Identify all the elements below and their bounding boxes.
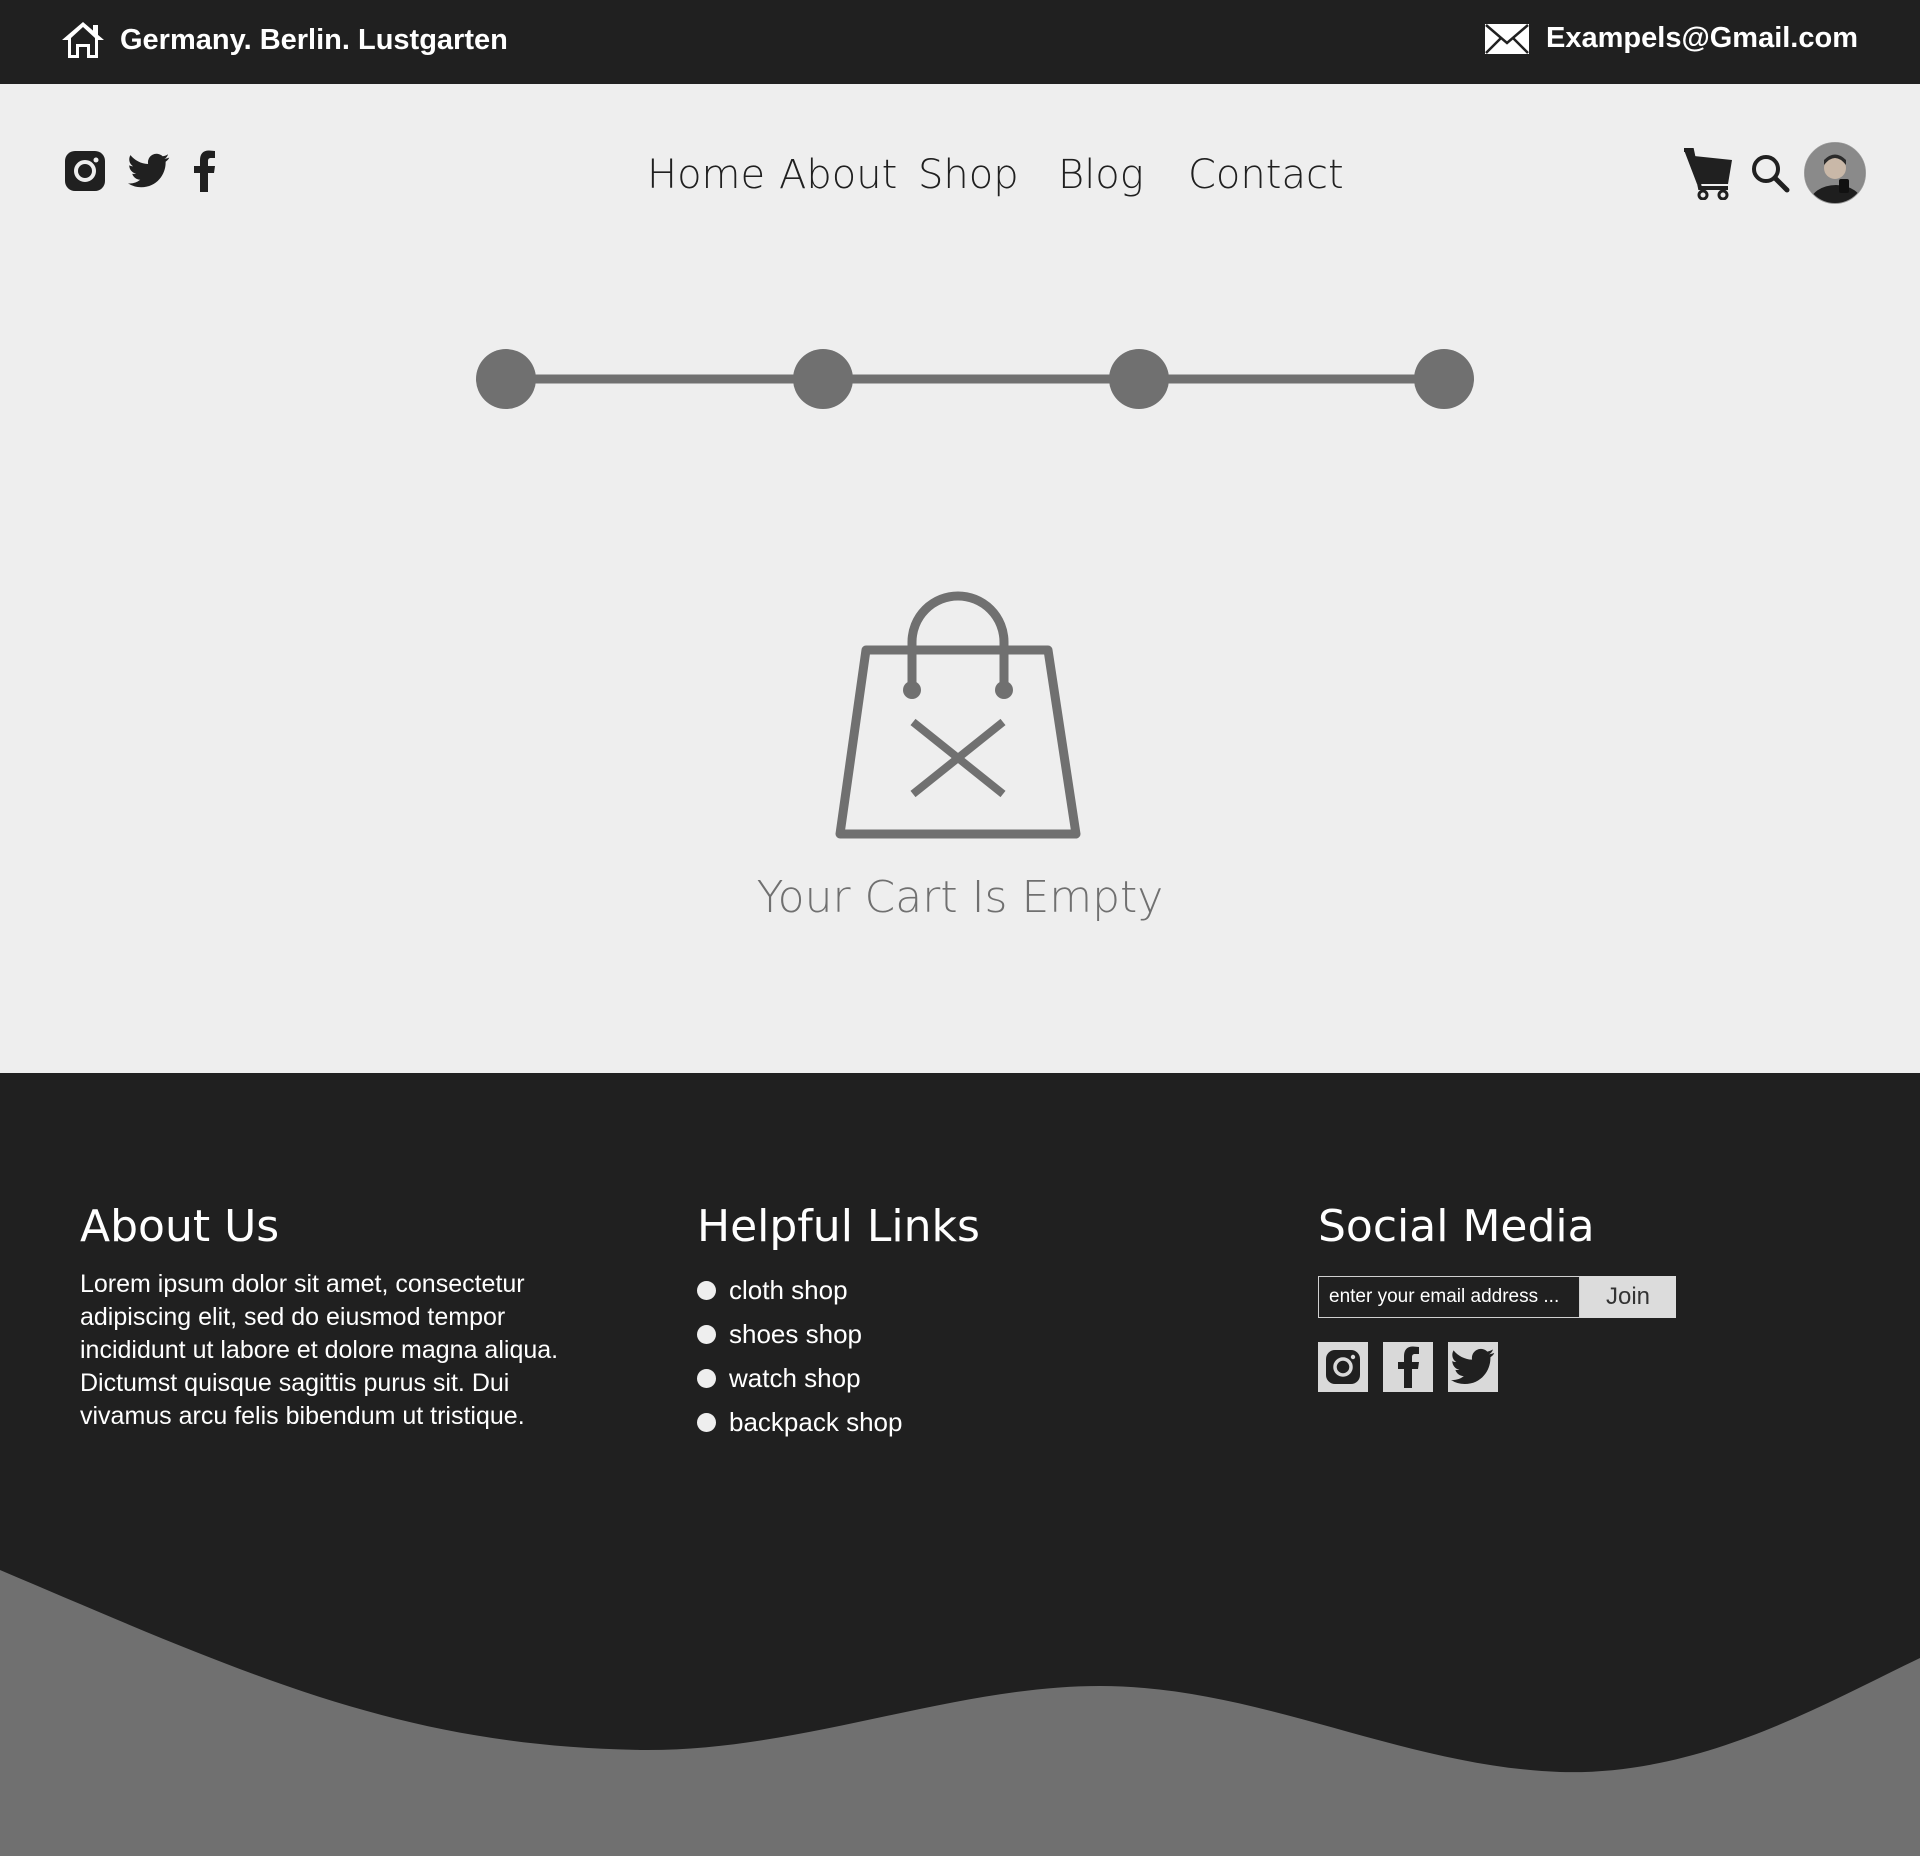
- location-text: Germany. Berlin. Lustgarten: [120, 23, 508, 56]
- step-1: [476, 349, 536, 409]
- empty-bag-icon: [835, 591, 1081, 839]
- footer-social-icons: [1318, 1342, 1676, 1392]
- checkout-stepper: [476, 349, 1474, 409]
- nav-blog[interactable]: Blog: [1058, 152, 1144, 198]
- footer-wave: [0, 1570, 1920, 1856]
- join-button[interactable]: Join: [1580, 1276, 1676, 1318]
- email-field[interactable]: [1318, 1276, 1580, 1318]
- link-item[interactable]: backpack shop: [697, 1400, 980, 1444]
- footer-links: Helpful Links cloth shop shoes shop watc…: [697, 1201, 980, 1444]
- links-title: Helpful Links: [697, 1201, 980, 1252]
- bullet-icon: [697, 1412, 716, 1432]
- bullet-icon: [697, 1368, 716, 1388]
- step-3: [1109, 349, 1169, 409]
- facebook-icon[interactable]: [1383, 1342, 1433, 1392]
- nav-shop[interactable]: Shop: [918, 152, 1019, 198]
- nav-contact[interactable]: Contact: [1188, 152, 1344, 198]
- location: Germany. Berlin. Lustgarten: [60, 20, 508, 60]
- email-text: Exampels@Gmail.com: [1546, 22, 1858, 54]
- bullet-icon: [697, 1324, 716, 1344]
- main-nav: Home About Shop Blog Contact: [0, 152, 1920, 212]
- link-item[interactable]: cloth shop: [697, 1268, 980, 1312]
- contact-email[interactable]: Exampels@Gmail.com: [1484, 22, 1858, 55]
- newsletter-form: Join: [1318, 1276, 1676, 1318]
- nav-about[interactable]: About: [779, 152, 897, 198]
- empty-cart-message: Your Cart Is Empty: [756, 872, 1164, 923]
- step-2: [793, 349, 853, 409]
- avatar[interactable]: [1804, 142, 1866, 204]
- social-title: Social Media: [1318, 1201, 1595, 1252]
- about-text: Lorem ipsum dolor sit amet, consectetur …: [80, 1270, 559, 1430]
- link-item[interactable]: shoes shop: [697, 1312, 980, 1356]
- instagram-icon[interactable]: [1318, 1342, 1368, 1392]
- bullet-icon: [697, 1280, 716, 1300]
- cart-icon[interactable]: [1682, 146, 1734, 200]
- header-tools: [1682, 142, 1866, 204]
- footer: About Us Lorem ipsum dolor sit amet, con…: [0, 1073, 1920, 1856]
- search-icon[interactable]: [1750, 153, 1790, 193]
- footer-social: Social Media Join: [1318, 1201, 1676, 1392]
- twitter-icon[interactable]: [1448, 1342, 1498, 1392]
- home-icon: [62, 22, 104, 58]
- step-4: [1414, 349, 1474, 409]
- about-title: About Us: [80, 1201, 280, 1252]
- envelope-icon: [1485, 23, 1530, 54]
- link-item[interactable]: watch shop: [697, 1356, 980, 1400]
- footer-about: About Us Lorem ipsum dolor sit amet, con…: [80, 1201, 560, 1433]
- top-bar: Germany. Berlin. Lustgarten Exampels@Gma…: [0, 0, 1920, 84]
- nav-home[interactable]: Home: [647, 152, 765, 198]
